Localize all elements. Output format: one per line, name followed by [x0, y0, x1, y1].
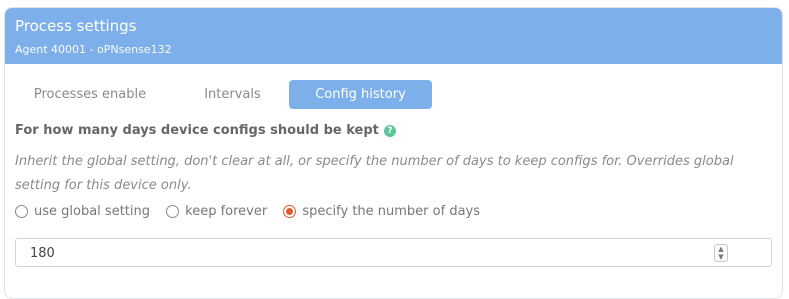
radio-specify-days[interactable]: specify the number of days	[283, 204, 480, 219]
radio-keep-forever[interactable]: keep forever	[166, 204, 267, 219]
radio-label: specify the number of days	[302, 204, 480, 219]
setting-question-label: For how many days device configs should …	[15, 123, 379, 138]
panel-header: Process settings Agent 40001 - oPNsense1…	[5, 8, 782, 64]
radio-use-global-setting[interactable]: use global setting	[15, 204, 150, 219]
stepper-up-icon[interactable]: ▲	[715, 245, 727, 253]
radio-label: use global setting	[34, 204, 150, 219]
tab-config-history[interactable]: Config history	[289, 80, 432, 109]
tab-processes-enable[interactable]: Processes enable	[15, 80, 165, 109]
radio-circle-icon[interactable]	[15, 205, 28, 218]
tab-intervals[interactable]: Intervals	[175, 80, 290, 109]
days-stepper[interactable]: ▲ ▼	[714, 244, 728, 262]
days-input[interactable]	[28, 239, 682, 268]
stepper-down-icon[interactable]: ▼	[715, 253, 727, 261]
question-icon[interactable]: ?	[383, 125, 396, 137]
retention-radio-group: use global setting keep forever specify …	[15, 204, 492, 222]
setting-description: Inherit the global setting, don't clear …	[15, 154, 734, 193]
tab-bar: Processes enable Intervals Config histor…	[15, 80, 775, 110]
panel-subtitle: Agent 40001 - oPNsense132	[15, 43, 172, 56]
radio-label: keep forever	[185, 204, 268, 219]
panel-title: Process settings	[15, 17, 137, 35]
setting-question: For how many days device configs should …	[15, 123, 396, 138]
days-number-field[interactable]: ▲ ▼	[15, 238, 772, 268]
process-settings-panel: Process settings Agent 40001 - oPNsense1…	[4, 7, 783, 299]
radio-circle-icon[interactable]	[166, 205, 180, 218]
radio-circle-checked-icon[interactable]	[283, 205, 297, 218]
